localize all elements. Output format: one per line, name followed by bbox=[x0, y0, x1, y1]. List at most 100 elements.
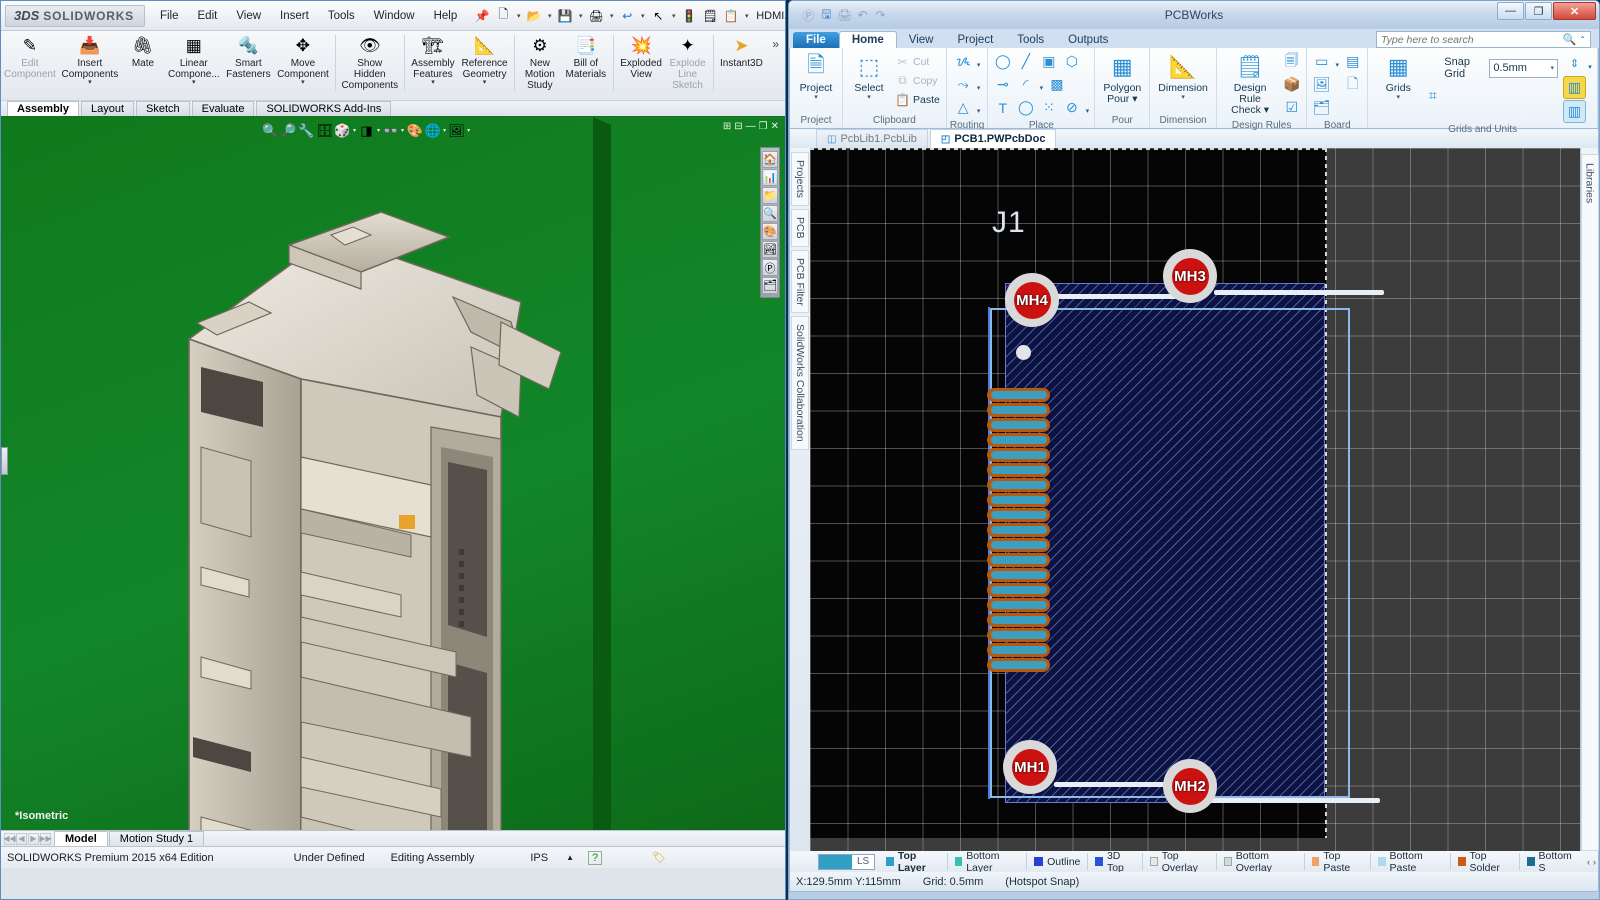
chevron-down-icon[interactable]: ▾ bbox=[483, 79, 487, 86]
new-doc-caret-icon[interactable]: ▾ bbox=[514, 12, 523, 20]
menu-help[interactable]: Help bbox=[425, 7, 467, 25]
chevron-down-icon[interactable]: ▾ bbox=[1550, 64, 1554, 72]
next-tab-button[interactable]: ▶ bbox=[28, 832, 39, 845]
print-caret-icon[interactable]: ▾ bbox=[607, 12, 616, 20]
mounting-hole-mh2[interactable]: MH2 bbox=[1163, 759, 1217, 813]
component-designator[interactable]: J1 bbox=[992, 206, 1026, 240]
tab-solidworks-add-ins[interactable]: SOLIDWORKS Add-Ins bbox=[256, 101, 392, 116]
status-tag-icon[interactable]: 🏷 bbox=[652, 851, 666, 864]
status-help-icon[interactable]: ? bbox=[588, 850, 603, 865]
place-circle-icon[interactable]: ◯ bbox=[1014, 96, 1037, 119]
scroll-right-icon[interactable]: › bbox=[1593, 857, 1596, 867]
pad-stack[interactable] bbox=[987, 388, 1050, 673]
explode-line-sketch-button[interactable]: ✦ Explode Line Sketch bbox=[666, 33, 710, 92]
paste-button[interactable]: 📋 Paste bbox=[892, 90, 943, 109]
tab-motion-study-1[interactable]: Motion Study 1 bbox=[108, 831, 205, 846]
place-3d-body-icon[interactable]: ⬡ bbox=[1060, 50, 1083, 73]
chevron-down-icon[interactable]: ▾ bbox=[975, 73, 983, 96]
place-fill-icon[interactable]: ▣ bbox=[1037, 50, 1060, 73]
pcb-canvas[interactable]: J1 MH4 MH3 MH1 MH2 bbox=[810, 148, 1598, 851]
menu-file[interactable]: File bbox=[151, 7, 188, 25]
tab-outputs[interactable]: Outputs bbox=[1056, 32, 1120, 48]
place-array-icon[interactable]: ⁙ bbox=[1037, 96, 1060, 119]
reference-geometry-button[interactable]: 📐 Reference Geometry ▾ bbox=[458, 33, 511, 87]
maximize-button[interactable]: ❐ bbox=[1525, 2, 1552, 20]
hdmi-connector-3d-model[interactable] bbox=[1, 117, 785, 830]
board-image-icon[interactable]: 🖼 bbox=[1310, 73, 1333, 96]
differential-pair-routing-icon[interactable]: ⤳ bbox=[952, 73, 975, 96]
snap-grid-select[interactable]: 0.5mm ▾ bbox=[1489, 58, 1558, 78]
linear-component-pattern-button[interactable]: ▦ Linear Compone... ▾ bbox=[165, 33, 223, 87]
properties-icon[interactable]: 📋 bbox=[721, 6, 741, 26]
exploded-view-button[interactable]: 💥 Exploded View bbox=[617, 33, 666, 81]
close-button[interactable]: ✕ bbox=[1553, 2, 1596, 20]
board-shape-icon[interactable]: ▭ bbox=[1310, 50, 1333, 73]
place-region-icon[interactable]: ▩ bbox=[1045, 73, 1068, 96]
copy-button[interactable]: ⧉ Copy bbox=[892, 71, 943, 90]
rebuild-icon[interactable]: 🚦 bbox=[679, 6, 699, 26]
menu-window[interactable]: Window bbox=[365, 7, 424, 25]
design-rule-check-button[interactable]: 🗒 Design Rule Check ▾ bbox=[1220, 50, 1280, 117]
layer-tab-bottom-solder[interactable]: Bottom S bbox=[1520, 851, 1582, 872]
save-icon[interactable]: 💾 bbox=[555, 6, 575, 26]
layer-tab-bottom-overlay[interactable]: Bottom Overlay bbox=[1217, 851, 1305, 872]
mounting-hole-mh3[interactable]: MH3 bbox=[1163, 249, 1217, 303]
undo-icon[interactable]: ↩ bbox=[617, 6, 637, 26]
dimension-button[interactable]: 📐 Dimension ▾ bbox=[1153, 50, 1213, 102]
panel-tab-pcb[interactable]: PCB bbox=[791, 208, 809, 247]
mate-button[interactable]: 🖇 Mate bbox=[121, 33, 165, 70]
interactive-routing-icon[interactable]: ᝰ bbox=[952, 50, 975, 73]
chevron-down-icon[interactable]: ▾ bbox=[814, 94, 818, 101]
select-icon[interactable]: ↖ bbox=[648, 6, 668, 26]
chevron-down-icon[interactable]: ▾ bbox=[1083, 96, 1091, 119]
view-palette-icon[interactable]: 🎨 bbox=[762, 223, 778, 240]
tab-assembly[interactable]: Assembly bbox=[7, 101, 79, 116]
new-doc-icon[interactable]: 🗋 bbox=[493, 6, 513, 26]
rules-icon[interactable]: 🗐 bbox=[1280, 50, 1303, 73]
place-keepout-icon[interactable]: ⊘ bbox=[1060, 96, 1083, 119]
menu-edit[interactable]: Edit bbox=[189, 7, 227, 25]
layer-stack-icon[interactable]: 🗂 bbox=[1310, 96, 1333, 119]
appearances-scenes-icon[interactable]: 🏞 bbox=[762, 241, 778, 258]
scroll-left-icon[interactable]: ‹ bbox=[1587, 857, 1590, 867]
new-motion-study-button[interactable]: ⚙ New Motion Study bbox=[518, 33, 562, 92]
search-icon[interactable]: 🔍 bbox=[1563, 33, 1577, 46]
violations-icon[interactable]: ☑ bbox=[1280, 96, 1303, 119]
chevron-down-icon[interactable]: ▾ bbox=[1586, 52, 1594, 75]
menu-tools[interactable]: Tools bbox=[319, 7, 364, 25]
solidworks-3d-viewport[interactable]: ⊞ ⊟ — ❐ ✕ 🔍 🔎 🔧 🗄 🎲 ▾ ◨ ▾ 👓 ▾ 🎨 🌐 ▾ 🖼 ▾ bbox=[1, 117, 785, 830]
instant3d-button[interactable]: ➤ Instant3D bbox=[716, 33, 766, 70]
search-icon[interactable]: 🔍 bbox=[762, 205, 778, 222]
select-button[interactable]: ⬚ Select ▾ bbox=[846, 50, 892, 102]
place-pad-icon[interactable]: ◯ bbox=[991, 50, 1014, 73]
panel-tab-solidworks-collaboration[interactable]: SolidWorks Collaboration bbox=[791, 316, 809, 451]
prev-tab-button[interactable]: ◀ bbox=[16, 832, 27, 845]
menu-insert[interactable]: Insert bbox=[271, 7, 318, 25]
last-tab-button[interactable]: ▶▶ bbox=[39, 832, 52, 845]
panel-tab-pcb-filter[interactable]: PCB Filter bbox=[791, 249, 809, 314]
layer-tab-outline[interactable]: Outline bbox=[1027, 853, 1089, 870]
properties-caret-icon[interactable]: ▾ bbox=[742, 12, 751, 20]
libraries-panel-tab[interactable]: Libraries bbox=[1580, 148, 1599, 851]
pcbworks-icon[interactable]: Ⓟ bbox=[762, 259, 778, 276]
file-explorer-icon[interactable]: 📁 bbox=[762, 187, 778, 204]
chevron-down-icon[interactable]: ▾ bbox=[1037, 73, 1045, 96]
mounting-hole-mh4[interactable]: MH4 bbox=[1005, 273, 1059, 327]
chevron-down-icon[interactable]: ▾ bbox=[1397, 94, 1401, 101]
layer-tab-top-solder[interactable]: Top Solder bbox=[1451, 851, 1520, 872]
place-text-icon[interactable]: T bbox=[991, 96, 1014, 119]
grids-button[interactable]: ▦ Grids ▾ bbox=[1375, 50, 1421, 102]
project-button[interactable]: 🗎 Project ▾ bbox=[793, 50, 839, 102]
chevron-down-icon[interactable]: ▾ bbox=[975, 96, 983, 119]
feature-manager-splitter[interactable] bbox=[1, 447, 8, 475]
place-arc-icon[interactable]: ◜ bbox=[1014, 73, 1037, 96]
doc-tab-pcblib1[interactable]: ◫ PcbLib1.PcbLib bbox=[816, 129, 928, 148]
undo-caret-icon[interactable]: ▾ bbox=[638, 12, 647, 20]
insert-components-button[interactable]: 📥 Insert Components ▾ bbox=[59, 33, 121, 87]
edit-component-button[interactable]: ✎ Edit Component bbox=[1, 33, 59, 81]
chevron-down-icon[interactable]: ▾ bbox=[975, 50, 983, 73]
rule-wizard-icon[interactable]: 📦 bbox=[1280, 73, 1303, 96]
layer-tab-bottom-layer[interactable]: Bottom Layer bbox=[948, 851, 1028, 872]
tab-layout[interactable]: Layout bbox=[80, 101, 135, 116]
chevron-down-icon[interactable]: ▾ bbox=[431, 79, 435, 86]
